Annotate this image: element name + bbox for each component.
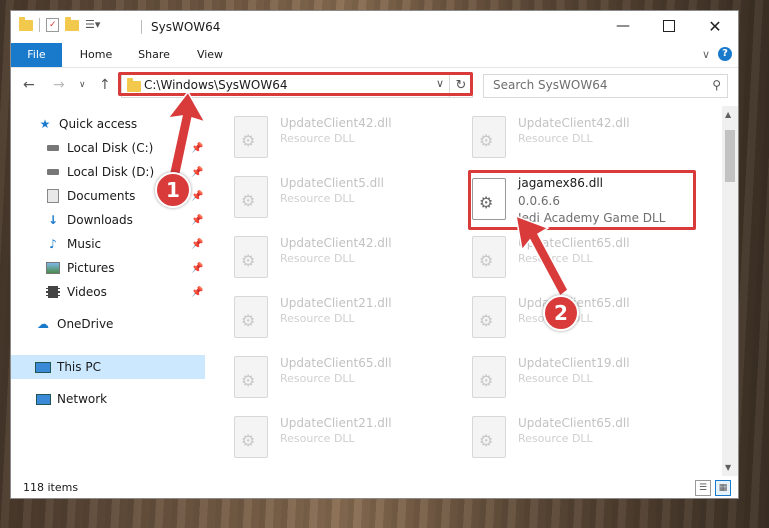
annotation-arrows [166,90,569,298]
step-2-badge: 2 [543,295,579,331]
step-1-badge: 1 [155,172,191,208]
arrow-2 [515,214,569,298]
arrow-1 [166,90,207,186]
